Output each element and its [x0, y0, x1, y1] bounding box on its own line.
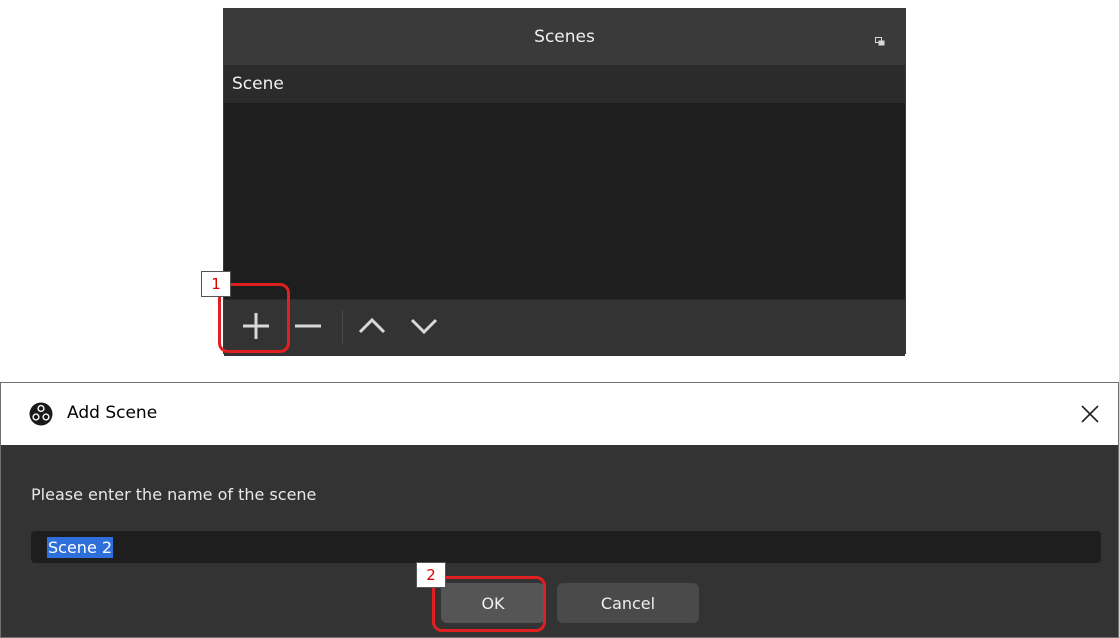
step-2-badge: 2: [416, 562, 446, 588]
toolbar-separator: [342, 310, 343, 344]
cancel-button[interactable]: Cancel: [557, 583, 699, 623]
step-1-badge: 1: [201, 271, 231, 297]
highlight-ok-button: [432, 576, 546, 632]
chevron-up-icon: [358, 317, 386, 334]
move-scene-up-button[interactable]: [354, 308, 390, 344]
float-icon[interactable]: [875, 31, 885, 46]
cancel-button-label: Cancel: [600, 593, 656, 613]
scene-name-prompt: Please enter the name of the scene: [31, 485, 317, 504]
remove-scene-button[interactable]: [290, 308, 326, 344]
scenes-dock: Scenes Scene: [223, 8, 906, 356]
dialog-titlebar: Add Scene: [1, 383, 1118, 445]
scenes-dock-title: Scenes: [224, 9, 905, 65]
scene-list-item-label: Scene: [232, 74, 284, 94]
close-icon[interactable]: [1076, 400, 1104, 428]
chevron-down-icon: [410, 318, 438, 335]
scene-name-input[interactable]: Scene 2: [31, 531, 1101, 563]
scenes-dock-title-label: Scenes: [534, 27, 595, 47]
move-scene-down-button[interactable]: [406, 308, 442, 344]
scenes-toolbar: [224, 299, 905, 356]
dialog-title: Add Scene: [67, 403, 158, 423]
minus-icon: [295, 324, 321, 328]
add-scene-dialog: Add Scene Please enter the name of the s…: [0, 382, 1119, 638]
scene-list-item[interactable]: Scene: [224, 65, 905, 103]
scene-name-value: Scene 2: [47, 536, 114, 558]
obs-logo-icon: [29, 402, 53, 426]
